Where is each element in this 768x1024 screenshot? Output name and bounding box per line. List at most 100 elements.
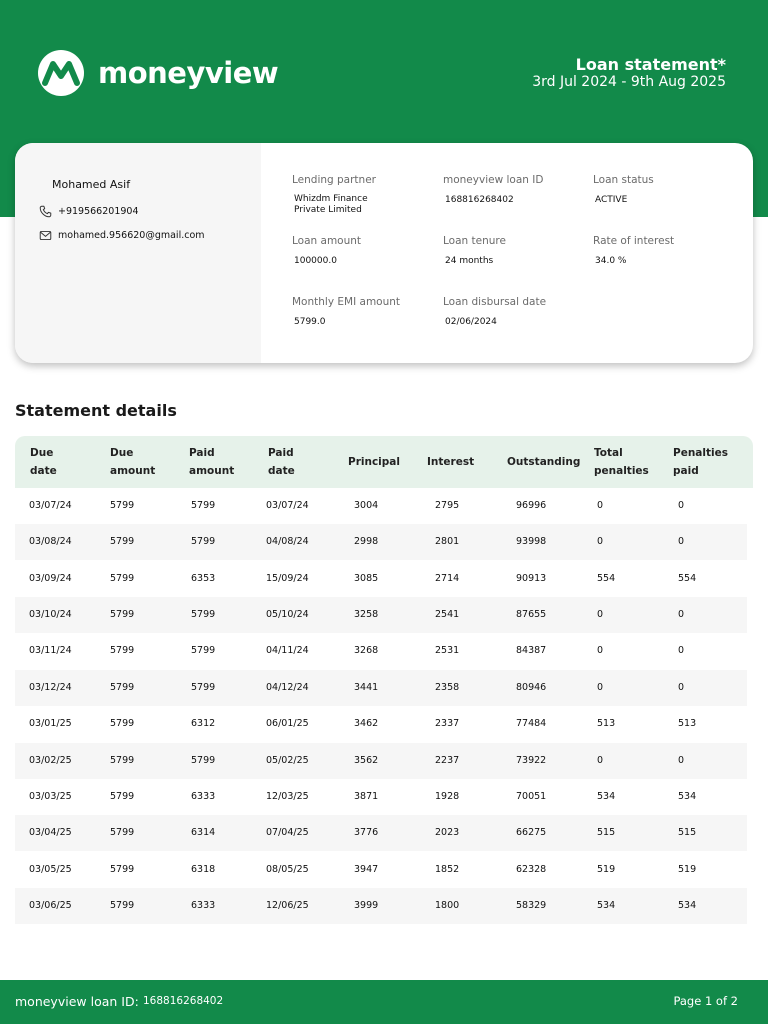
table-cell: 5799	[110, 827, 135, 838]
table-cell: 03/01/25	[29, 718, 72, 729]
interest-rate-label: Rate of interest	[593, 235, 675, 247]
loan-summary-card: Mohamed Asif +919566201904 mohamed.95662…	[15, 143, 753, 363]
table-cell: 0	[678, 755, 685, 766]
column-header-line: Principal	[348, 456, 400, 468]
table-cell: 554	[678, 573, 697, 584]
column-header-line: Paid	[268, 447, 294, 459]
table-cell: 5799	[110, 500, 135, 511]
customer-phone: +919566201904	[39, 205, 139, 218]
table-cell: 1928	[435, 791, 460, 802]
table-cell: 5799	[110, 573, 135, 584]
table-cell: 6318	[191, 864, 216, 875]
table-cell: 0	[678, 609, 685, 620]
loan-id-value: 168816268402	[445, 195, 514, 205]
column-header: Penalties paid	[673, 444, 728, 480]
monthly-emi-label: Monthly EMI amount	[292, 296, 401, 308]
table-cell: 87655	[516, 609, 547, 620]
footer-loan-id-value: 168816268402	[143, 995, 224, 1007]
column-header-line: amount	[189, 465, 235, 477]
column-header-line: Total	[594, 447, 623, 459]
interest-rate-value: 34.0 %	[595, 256, 627, 266]
column-header-line: date	[30, 465, 57, 477]
loan-amount-label: Loan amount	[292, 235, 362, 247]
disbursal-date-field: Loan disbursal date 02/06/2024	[443, 296, 546, 328]
table-cell: 3085	[354, 573, 379, 584]
customer-email: mohamed.956620@gmail.com	[39, 229, 205, 242]
table-cell: 03/06/25	[29, 900, 72, 911]
table-cell: 58329	[516, 900, 547, 911]
table-cell: 3871	[354, 791, 379, 802]
table-cell: 0	[678, 500, 685, 511]
column-header: Outstanding	[507, 453, 580, 471]
table-cell: 2714	[435, 573, 460, 584]
disbursal-date-value: 02/06/2024	[445, 317, 497, 327]
table-cell: 93998	[516, 536, 547, 547]
table-cell: 534	[678, 791, 697, 802]
table-cell: 0	[597, 500, 604, 511]
table-cell: 2358	[435, 682, 460, 693]
table-cell: 5799	[110, 718, 135, 729]
moneyview-m-logo-icon	[38, 50, 84, 96]
table-cell: 03/09/24	[29, 573, 72, 584]
table-cell: 0	[678, 645, 685, 656]
table-header: Due date Due amount Paid amount Paid date Princi…	[15, 436, 753, 488]
table-row: 03/05/25 5799 6318 08/05/25 3947 1852 62328 519…	[15, 852, 747, 888]
table-cell: 05/02/25	[266, 755, 309, 766]
table-cell: 03/07/24	[266, 500, 309, 511]
statement-heading: Loan statement* 3rd Jul 2024 - 9th Aug 2…	[532, 55, 726, 91]
table-cell: 534	[597, 791, 616, 802]
table-cell: 96996	[516, 500, 547, 511]
customer-panel: Mohamed Asif +919566201904 mohamed.95662…	[15, 143, 261, 363]
column-header: Paid date	[268, 444, 295, 480]
table-cell: 5799	[191, 609, 216, 620]
table-cell: 04/08/24	[266, 536, 309, 547]
table-cell: 5799	[191, 536, 216, 547]
footer-bar: moneyview loan ID: 168816268402 Page 1 o…	[0, 980, 768, 1024]
table-row: 03/12/24 5799 5799 04/12/24 3441 2358 80946 0 0	[15, 670, 747, 706]
lending-partner-value-line1: Whizdm Finance	[294, 194, 368, 204]
table-cell: 15/09/24	[266, 573, 309, 584]
column-header-line: Due	[110, 447, 134, 459]
table-row: 03/09/24 5799 6353 15/09/24 3085 2714 90913 554…	[15, 561, 747, 597]
column-header-line: Due	[30, 447, 54, 459]
table-cell: 5799	[191, 755, 216, 766]
table-cell: 0	[678, 536, 685, 547]
table-cell: 03/07/24	[29, 500, 72, 511]
table-cell: 3258	[354, 609, 379, 620]
table-cell: 554	[597, 573, 616, 584]
table-row: 03/02/25 5799 5799 05/02/25 3562 2237 73922 0 0	[15, 743, 747, 779]
table-cell: 0	[597, 609, 604, 620]
table-cell: 5799	[191, 645, 216, 656]
table-cell: 5799	[110, 755, 135, 766]
loan-amount-value: 100000.0	[294, 256, 337, 266]
lending-partner-value: Whizdm Finance Private Limited	[292, 194, 412, 216]
table-cell: 5799	[110, 609, 135, 620]
table-cell: 5799	[110, 864, 135, 875]
table-cell: 2531	[435, 645, 460, 656]
table-row: 03/10/24 5799 5799 05/10/24 3258 2541 87655 0 0	[15, 597, 747, 633]
loan-tenure-label: Loan tenure	[443, 235, 506, 247]
lending-partner-value-line2: Private Limited	[294, 205, 362, 215]
table-cell: 04/12/24	[266, 682, 309, 693]
customer-name: Mohamed Asif	[52, 178, 131, 191]
table-cell: 1800	[435, 900, 460, 911]
table-cell: 03/12/24	[29, 682, 72, 693]
column-header-line: paid	[673, 465, 699, 477]
disbursal-date-label: Loan disbursal date	[443, 296, 547, 308]
table-cell: 04/11/24	[266, 645, 309, 656]
loan-id-field: moneyview loan ID 168816268402	[443, 174, 543, 206]
customer-email-text: mohamed.956620@gmail.com	[58, 230, 205, 241]
table-cell: 513	[678, 718, 697, 729]
loan-id-label: moneyview loan ID	[443, 174, 544, 186]
statement-date-range: 3rd Jul 2024 - 9th Aug 2025	[532, 74, 726, 90]
table-cell: 84387	[516, 645, 547, 656]
table-cell: 03/02/25	[29, 755, 72, 766]
table-row: 03/11/24 5799 5799 04/11/24 3268 2531 84387 0 0	[15, 633, 747, 669]
table-cell: 5799	[110, 791, 135, 802]
table-cell: 515	[678, 827, 697, 838]
table-cell: 03/03/25	[29, 791, 72, 802]
table-cell: 12/03/25	[266, 791, 309, 802]
table-cell: 0	[597, 755, 604, 766]
lending-partner-label: Lending partner	[292, 174, 376, 186]
loan-status-label: Loan status	[593, 174, 654, 186]
